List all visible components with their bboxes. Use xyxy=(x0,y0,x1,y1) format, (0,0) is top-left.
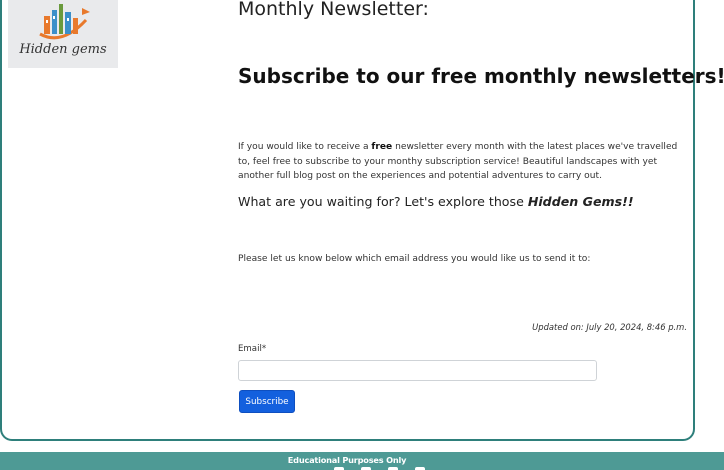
logo-text: Hidden gems xyxy=(19,42,107,57)
cta-text: What are you waiting for? Let's explore … xyxy=(238,194,528,209)
updated-timestamp: Updated on: July 20, 2024, 8:46 p.m. xyxy=(532,322,687,332)
intro-text-start: If you would like to receive a xyxy=(238,142,372,152)
email-label: Email* xyxy=(238,344,267,354)
email-request-text: Please let us know below which email add… xyxy=(238,254,591,264)
footer: Educational Purposes Only xyxy=(0,452,724,470)
intro-paragraph: If you would like to receive a free news… xyxy=(238,140,688,184)
email-field[interactable] xyxy=(238,360,597,381)
cta-emphasis: Hidden Gems!! xyxy=(527,194,634,209)
intro-free-emphasis: free xyxy=(371,142,393,152)
call-to-action: What are you waiting for? Let's explore … xyxy=(238,194,634,209)
newsletter-heading: Monthly Newsletter: xyxy=(238,0,429,20)
subscribe-button[interactable]: Subscribe xyxy=(239,390,295,413)
footer-text: Educational Purposes Only xyxy=(287,455,407,465)
landmarks-logo-icon xyxy=(39,4,90,40)
site-logo[interactable]: Hidden gems xyxy=(8,0,118,68)
page-title: Subscribe to our free monthly newsletter… xyxy=(238,64,724,88)
